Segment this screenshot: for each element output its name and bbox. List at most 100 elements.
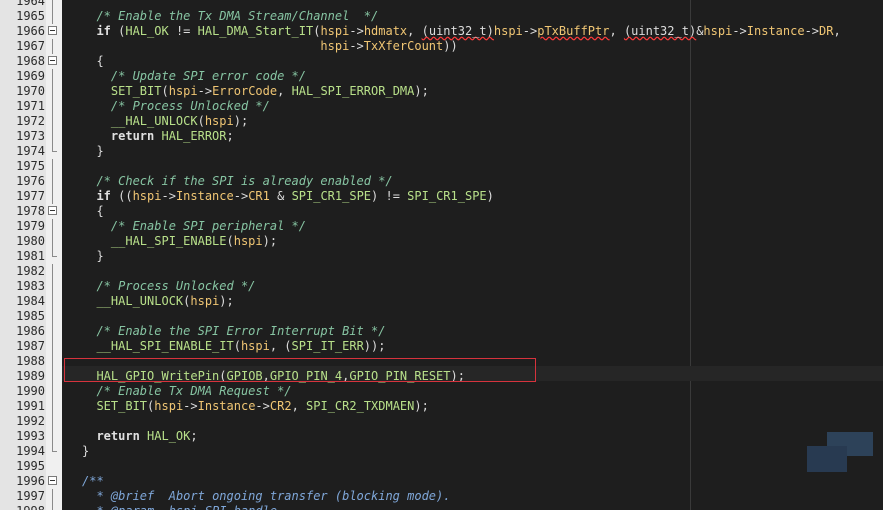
code-line[interactable]: 1970 SET_BIT(hspi->ErrorCode, HAL_SPI_ER… xyxy=(0,84,883,99)
code-line[interactable]: 1977 if ((hspi->Instance->CR1 & SPI_CR1_… xyxy=(0,189,883,204)
code-token: , xyxy=(609,24,624,38)
code-text: /* Enable SPI peripheral */ xyxy=(82,219,306,234)
line-number: 1971 xyxy=(16,99,45,113)
fold-line-marker xyxy=(52,219,53,234)
code-line[interactable]: 1966 if (HAL_OK != HAL_DMA_Start_IT(hspi… xyxy=(0,24,883,39)
code-text: /* Enable the SPI Error Interrupt Bit */ xyxy=(82,324,385,339)
code-text: * @brief Abort ongoing transfer (blockin… xyxy=(82,489,450,504)
code-text: if (HAL_OK != HAL_DMA_Start_IT(hspi->hdm… xyxy=(82,24,840,39)
code-line[interactable]: 1981 } xyxy=(0,249,883,264)
line-number: 1968 xyxy=(16,54,45,68)
code-token: )); xyxy=(363,339,386,353)
code-token: (uint32_t) xyxy=(421,24,494,38)
code-token: ) xyxy=(486,189,494,203)
fold-line-marker xyxy=(52,84,53,99)
code-line[interactable]: 1974 } xyxy=(0,144,883,159)
fold-line-marker xyxy=(52,429,53,444)
code-token: /* Process Unlocked */ xyxy=(82,279,256,293)
code-line[interactable]: 1975 xyxy=(0,159,883,174)
code-text: __HAL_UNLOCK(hspi); xyxy=(82,294,233,309)
line-number: 1964 xyxy=(16,0,45,8)
fold-toggle-icon[interactable] xyxy=(48,476,57,485)
fold-line-marker xyxy=(52,354,53,369)
code-text: /* Process Unlocked */ xyxy=(82,99,270,114)
code-text: /* Check if the SPI is already enabled *… xyxy=(82,174,393,189)
fold-line-marker xyxy=(52,339,53,354)
code-line[interactable]: 1976 /* Check if the SPI is already enab… xyxy=(0,174,883,189)
code-token: hspi xyxy=(240,339,270,353)
line-number: 1983 xyxy=(16,279,45,293)
code-line[interactable]: 1965 /* Enable the Tx DMA Stream/Channel… xyxy=(0,9,883,24)
fold-line-marker xyxy=(52,384,53,399)
code-text: /* Process Unlocked */ xyxy=(82,279,255,294)
code-token: hspi xyxy=(703,24,733,38)
code-token: -> xyxy=(804,24,820,38)
code-line[interactable]: 1998 * @param hspi SPI handle xyxy=(0,504,883,510)
fold-line-marker xyxy=(52,69,53,84)
code-token: hspi xyxy=(168,84,198,98)
line-number: 1973 xyxy=(16,129,45,143)
code-line[interactable]: 1995 xyxy=(0,459,883,474)
code-line[interactable]: 1986 /* Enable the SPI Error Interrupt B… xyxy=(0,324,883,339)
fold-toggle-icon[interactable] xyxy=(48,56,57,65)
code-line[interactable]: 1983 /* Process Unlocked */ xyxy=(0,279,883,294)
code-line[interactable]: 1969 /* Update SPI error code */ xyxy=(0,69,883,84)
fold-line-marker xyxy=(52,129,53,144)
line-number: 1976 xyxy=(16,174,45,188)
code-token: CR2 xyxy=(269,399,292,413)
code-line[interactable]: 1997 * @brief Abort ongoing transfer (bl… xyxy=(0,489,883,504)
code-text: return HAL_OK; xyxy=(82,429,198,444)
code-text: /* Update SPI error code */ xyxy=(82,69,306,84)
fold-toggle-icon[interactable] xyxy=(48,206,57,215)
line-number: 1972 xyxy=(16,114,45,128)
code-token: SET_BIT xyxy=(82,399,148,413)
code-text: hspi->TxXferCount)) xyxy=(82,39,457,54)
code-line[interactable]: 1994} xyxy=(0,444,883,459)
code-line[interactable]: 1982 xyxy=(0,264,883,279)
code-token: ) != xyxy=(371,189,408,203)
code-token: hspi xyxy=(132,189,162,203)
code-token: ); xyxy=(262,234,278,248)
fold-toggle-icon[interactable] xyxy=(48,26,57,35)
fold-line-marker xyxy=(52,414,53,429)
line-number: 1990 xyxy=(16,384,45,398)
code-token: , xyxy=(277,84,292,98)
code-line[interactable]: 1992 xyxy=(0,414,883,429)
code-line[interactable]: 1967 hspi->TxXferCount)) xyxy=(0,39,883,54)
fold-line-marker xyxy=(52,234,53,249)
code-line[interactable]: 1973 return HAL_ERROR; xyxy=(0,129,883,144)
code-line[interactable]: 1980 __HAL_SPI_ENABLE(hspi); xyxy=(0,234,883,249)
code-token: CR1 xyxy=(248,189,270,203)
code-editor[interactable]: 1964 1965 /* Enable the Tx DMA Stream/Cha… xyxy=(0,0,883,510)
code-text: { xyxy=(82,204,103,219)
code-line[interactable]: 1984 __HAL_UNLOCK(hspi); xyxy=(0,294,883,309)
code-line[interactable]: 1993 return HAL_OK; xyxy=(0,429,883,444)
code-token: SPI_IT_ERR xyxy=(291,339,364,353)
line-number: 1965 xyxy=(16,9,45,23)
code-token: SPI_CR1_SPE xyxy=(291,189,372,203)
code-line[interactable]: 1990 /* Enable Tx DMA Request */ xyxy=(0,384,883,399)
code-token: @brief xyxy=(110,489,155,503)
code-token: return xyxy=(82,129,162,143)
code-token: } xyxy=(82,144,104,158)
code-text: SET_BIT(hspi->ErrorCode, HAL_SPI_ERROR_D… xyxy=(82,84,429,99)
code-token: ; xyxy=(190,429,198,443)
code-token: Instance xyxy=(746,24,805,38)
code-line[interactable]: 1996 /** xyxy=(0,474,883,489)
code-line[interactable]: 1978 { xyxy=(0,204,883,219)
code-line[interactable]: 1979 /* Enable SPI peripheral */ xyxy=(0,219,883,234)
code-token: /* Check if the SPI is already enabled *… xyxy=(82,174,393,188)
code-token: /* Update SPI error code */ xyxy=(82,69,306,83)
code-line[interactable]: 1968 { xyxy=(0,54,883,69)
code-line[interactable]: 1971 /* Process Unlocked */ xyxy=(0,99,883,114)
line-number: 1977 xyxy=(16,189,45,203)
code-token: { xyxy=(82,54,104,68)
code-line[interactable]: 1964 xyxy=(0,0,883,9)
code-line[interactable]: 1985 xyxy=(0,309,883,324)
code-token: ( xyxy=(197,114,205,128)
code-line[interactable]: 1991 SET_BIT(hspi->Instance->CR2, SPI_CR… xyxy=(0,399,883,414)
code-line[interactable]: 1987 __HAL_SPI_ENABLE_IT(hspi, (SPI_IT_E… xyxy=(0,339,883,354)
line-number: 1979 xyxy=(16,219,45,233)
code-line[interactable]: 1972 __HAL_UNLOCK(hspi); xyxy=(0,114,883,129)
fold-line-marker xyxy=(52,99,53,114)
